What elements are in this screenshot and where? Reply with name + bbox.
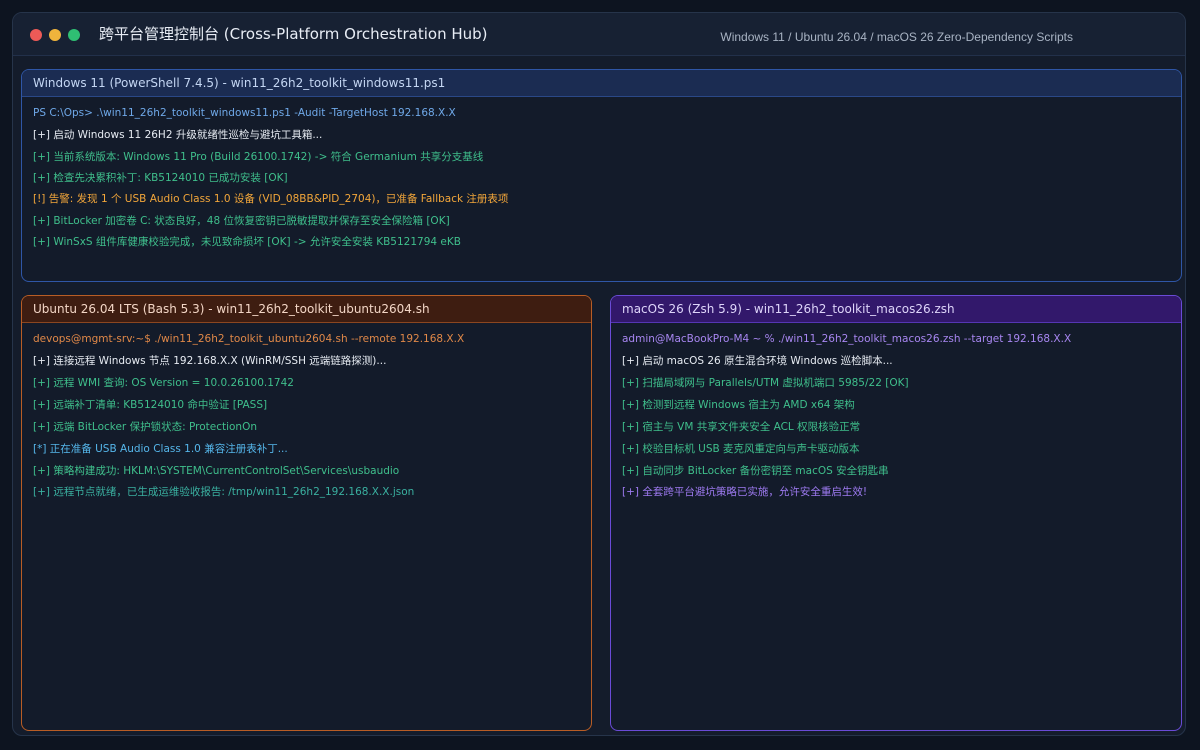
- terminal-line: [+] 远程 WMI 查询: OS Version = 10.0.26100.1…: [33, 377, 294, 389]
- maximize-window-button[interactable]: [68, 29, 80, 41]
- ubuntu-terminal-output: devops@mgmt-srv:~$ ./win11_26h2_toolkit_…: [22, 323, 591, 503]
- terminal-line: [+] 当前系统版本: Windows 11 Pro (Build 26100.…: [33, 151, 484, 163]
- terminal-line: [+] 检测到远程 Windows 宿主为 AMD x64 架构: [622, 399, 855, 411]
- terminal-line: [+] 自动同步 BitLocker 备份密钥至 macOS 安全钥匙串: [622, 465, 889, 477]
- ubuntu-panel-header: Ubuntu 26.04 LTS (Bash 5.3) - win11_26h2…: [22, 296, 591, 323]
- app-window: 跨平台管理控制台 (Cross-Platform Orchestration H…: [12, 12, 1186, 736]
- app-subtitle: Windows 11 / Ubuntu 26.04 / macOS 26 Zer…: [720, 30, 1073, 44]
- macos-panel-header: macOS 26 (Zsh 5.9) - win11_26h2_toolkit_…: [611, 296, 1181, 323]
- windows-terminal-output: PS C:\Ops> .\win11_26h2_toolkit_windows1…: [22, 97, 1181, 253]
- terminal-info-line: [*] 正在准备 USB Audio Class 1.0 兼容注册表补丁...: [33, 443, 288, 455]
- terminal-line: [+] BitLocker 加密卷 C: 状态良好，48 位恢复密钥已脱敏提取并…: [33, 215, 450, 227]
- windows-terminal-panel[interactable]: Windows 11 (PowerShell 7.4.5) - win11_26…: [21, 69, 1182, 282]
- terminal-line: [+] 扫描局域网与 Parallels/UTM 虚拟机端口 5985/22 […: [622, 377, 909, 389]
- close-window-button[interactable]: [30, 29, 42, 41]
- app-title: 跨平台管理控制台 (Cross-Platform Orchestration H…: [99, 25, 488, 43]
- terminal-line: [+] 连接远程 Windows 节点 192.168.X.X (WinRM/S…: [33, 355, 387, 367]
- terminal-line: [+] 宿主与 VM 共享文件夹安全 ACL 权限核验正常: [622, 421, 861, 433]
- windows-panel-header: Windows 11 (PowerShell 7.4.5) - win11_26…: [22, 70, 1181, 97]
- ubuntu-terminal-panel[interactable]: Ubuntu 26.04 LTS (Bash 5.3) - win11_26h2…: [21, 295, 592, 731]
- terminal-line: [+] 启动 Windows 11 26H2 升级就绪性巡检与避坑工具箱...: [33, 129, 323, 141]
- terminal-line: [+] 启动 macOS 26 原生混合环境 Windows 巡检脚本...: [622, 355, 893, 367]
- title-bar: 跨平台管理控制台 (Cross-Platform Orchestration H…: [13, 13, 1185, 56]
- macos-terminal-output: admin@MacBookPro-M4 ~ % ./win11_26h2_too…: [611, 323, 1181, 503]
- terminal-line: [+] 校验目标机 USB 麦克风重定向与声卡驱动版本: [622, 443, 860, 455]
- terminal-line: [+] 全套跨平台避坑策略已实施，允许安全重启生效!: [622, 486, 868, 498]
- terminal-prompt: PS C:\Ops> .\win11_26h2_toolkit_windows1…: [33, 107, 456, 119]
- macos-terminal-panel[interactable]: macOS 26 (Zsh 5.9) - win11_26h2_toolkit_…: [610, 295, 1182, 731]
- terminal-line: [+] 检查先决累积补丁: KB5124010 已成功安装 [OK]: [33, 172, 288, 184]
- terminal-line: [+] 策略构建成功: HKLM:\SYSTEM\CurrentControlS…: [33, 465, 400, 477]
- terminal-prompt: devops@mgmt-srv:~$ ./win11_26h2_toolkit_…: [33, 333, 465, 345]
- terminal-warning-line: [!] 告警: 发现 1 个 USB Audio Class 1.0 设备 (V…: [33, 193, 509, 205]
- terminal-line: [+] WinSxS 组件库健康校验完成，未见致命损坏 [OK] -> 允许安全…: [33, 236, 461, 248]
- terminal-prompt: admin@MacBookPro-M4 ~ % ./win11_26h2_too…: [622, 333, 1072, 345]
- terminal-line: [+] 远端补丁清单: KB5124010 命中验证 [PASS]: [33, 399, 268, 411]
- minimize-window-button[interactable]: [49, 29, 61, 41]
- terminal-line: [+] 远端 BitLocker 保护锁状态: ProtectionOn: [33, 421, 258, 433]
- terminal-line: [+] 远程节点就绪，已生成运维验收报告: /tmp/win11_26h2_19…: [33, 486, 415, 498]
